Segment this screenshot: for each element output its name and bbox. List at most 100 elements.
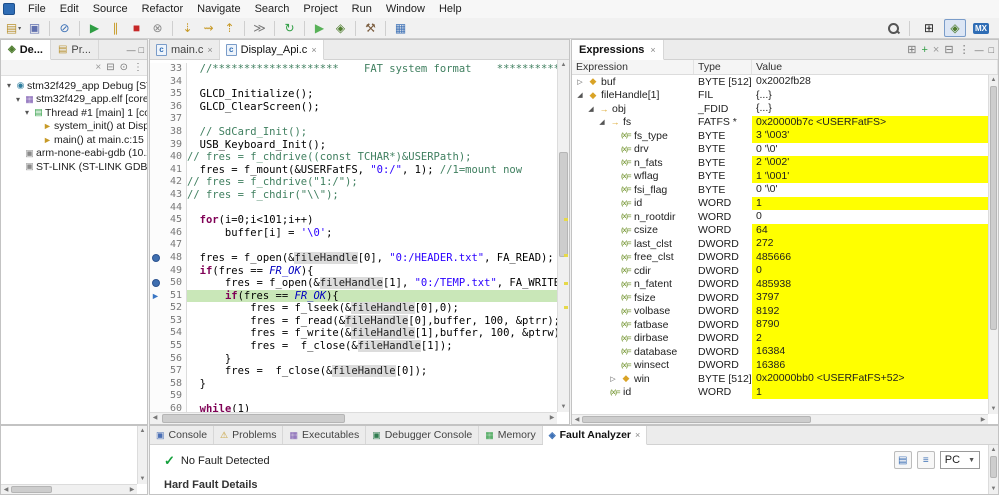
code-line[interactable]: 45 for(i=0;i<101;i++) [150, 214, 557, 227]
expressions-hscrollbar[interactable]: ◀ ▶ [572, 414, 988, 424]
code-line[interactable]: 49 if(fres == FR_OK){ [150, 265, 557, 278]
gutter-marker-column[interactable] [150, 139, 163, 152]
tab-console[interactable]: ▣Console [150, 426, 214, 444]
editor-tab-main-c[interactable]: cmain.c× [150, 40, 220, 59]
remove-terminated-icon[interactable]: × [95, 62, 101, 73]
expressions-vscrollbar[interactable]: ▲ ▼ [988, 75, 998, 414]
gutter-marker-column[interactable] [150, 176, 163, 189]
code-line[interactable]: 37 [150, 113, 557, 126]
menu-window[interactable]: Window [379, 0, 432, 18]
expression-row[interactable]: (x)=idWORD1 [572, 386, 988, 400]
tree-expander-icon[interactable]: ◢ [586, 105, 596, 113]
suspend-icon[interactable]: ∥ [105, 19, 126, 38]
gutter-marker-column[interactable] [150, 101, 163, 114]
tree-expander-icon[interactable]: ▾ [13, 95, 23, 104]
expression-row[interactable]: ◢→obj_FDID{...} [572, 102, 988, 116]
scroll-down-icon[interactable]: ▼ [558, 402, 569, 412]
scroll-left-icon[interactable]: ◀ [572, 415, 582, 424]
new-wizard-icon[interactable]: ▤▾ [3, 19, 24, 38]
gutter-marker-column[interactable] [150, 390, 163, 403]
code-line[interactable]: 58 } [150, 378, 557, 391]
gutter-marker-column[interactable] [150, 189, 163, 202]
tab-expressions[interactable]: Expressions × [572, 40, 664, 60]
column-header-type[interactable]: Type [694, 60, 752, 74]
gutter-marker-column[interactable] [150, 113, 163, 126]
expression-row[interactable]: ▷◆winBYTE [512]0x20000bb0 <USERFatFS+52> [572, 372, 988, 386]
code-line[interactable]: ►51 if(fres == FR_OK){ [150, 290, 557, 303]
expression-row[interactable]: ◢◆fileHandle[1]FIL{...} [572, 89, 988, 103]
code-line[interactable]: 46 buffer[i] = '\0'; [150, 227, 557, 240]
code-line[interactable]: 44 [150, 202, 557, 215]
code-line[interactable]: 57 fres = f_close(&fileHandle[0]); [150, 365, 557, 378]
open-element-icon[interactable]: ▦ [390, 19, 411, 38]
gutter-marker-column[interactable] [150, 403, 163, 412]
scroll-right-icon[interactable]: ▶ [127, 485, 137, 494]
menu-help[interactable]: Help [432, 0, 469, 18]
tree-expander-icon[interactable]: ▷ [608, 375, 618, 383]
menu-navigate[interactable]: Navigate [190, 0, 247, 18]
gutter-marker-column[interactable] [150, 126, 163, 139]
collapse-all-icon[interactable]: ⊟ [106, 62, 114, 73]
view-tab-debug[interactable]: ◈De... [1, 40, 51, 60]
gutter-marker-column[interactable] [150, 151, 163, 164]
code-line[interactable]: 55 fres = f_close(&fileHandle[1]); [150, 340, 557, 353]
scrollbar-thumb[interactable] [990, 86, 997, 330]
scroll-right-icon[interactable]: ▶ [547, 413, 557, 424]
code-line[interactable]: 59 [150, 390, 557, 403]
debug-tree-item[interactable]: ▾▦stm32f429_app.elf [cores: [1, 93, 147, 107]
debug-tree-item[interactable]: ▾▤Thread #1 [main] 1 [co [1, 106, 147, 120]
scroll-right-icon[interactable]: ▶ [978, 415, 988, 424]
tab-executables[interactable]: ▦Executables [283, 426, 366, 444]
editor-tab-display_api-c[interactable]: cDisplay_Api.c× [220, 40, 324, 60]
scroll-down-icon[interactable]: ▼ [989, 484, 998, 494]
bottom-vscrollbar[interactable]: ▲ ▼ [988, 445, 998, 494]
gutter-marker-column[interactable] [150, 214, 163, 227]
code-line[interactable]: 50 fres = f_open(&fileHandle[1], "0:/TEM… [150, 277, 557, 290]
tree-expander-icon[interactable]: ▾ [22, 108, 32, 117]
tab-fault-analyzer[interactable]: ◈Fault Analyzer× [543, 426, 648, 445]
menu-file[interactable]: File [21, 0, 53, 18]
scroll-down-icon[interactable]: ▼ [138, 474, 147, 484]
gutter-marker-column[interactable] [150, 315, 163, 328]
gutter-marker-column[interactable] [150, 63, 163, 76]
scrollbar-thumb[interactable] [990, 456, 997, 478]
scroll-up-icon[interactable]: ▲ [558, 60, 569, 70]
breakpoint-icon[interactable] [152, 254, 160, 262]
debug-tree-item[interactable]: ▣ST-LINK (ST-LINK GDB ser [1, 160, 147, 174]
code-line[interactable]: 35 GLCD_Initialize(); [150, 88, 557, 101]
expression-row[interactable]: (x)=cdirDWORD0 [572, 264, 988, 278]
code-line[interactable]: 36 GLCD_ClearScreen(); [150, 101, 557, 114]
expression-row[interactable]: (x)=fsizeDWORD3797 [572, 291, 988, 305]
maximize-view-icon[interactable]: □ [139, 45, 144, 55]
scroll-down-icon[interactable]: ▼ [989, 404, 998, 414]
expression-row[interactable]: ▷◆bufBYTE [512]0x2002fb28 [572, 75, 988, 89]
search-icon[interactable] [885, 20, 901, 36]
menu-project[interactable]: Project [296, 0, 344, 18]
expression-row[interactable]: (x)=n_rootdirWORD0 [572, 210, 988, 224]
code-line[interactable]: 43// fres = f_chdir("\\"); [150, 189, 557, 202]
editor-hscrollbar[interactable]: ◀ ▶ [150, 412, 557, 424]
gutter-marker-column[interactable] [150, 164, 163, 177]
close-tab-icon[interactable]: × [650, 45, 655, 55]
tree-expander-icon[interactable]: ◢ [597, 118, 607, 126]
scrollbar-thumb[interactable] [582, 416, 811, 423]
code-line[interactable]: 41 fres = f_mount(&USERFatFS, "0:/", 1);… [150, 164, 557, 177]
cubemx-perspective-button[interactable]: MX [970, 19, 992, 37]
save-icon[interactable]: ▣ [24, 19, 45, 38]
gutter-marker-column[interactable] [150, 202, 163, 215]
run-icon[interactable]: ▶ [309, 19, 330, 38]
expression-row[interactable]: (x)=fsi_flagBYTE0 '\0' [572, 183, 988, 197]
gutter-marker-column[interactable] [150, 252, 163, 265]
tab-debugger-console[interactable]: ▣Debugger Console [366, 426, 479, 444]
open-settings-icon[interactable]: ▤ [894, 451, 912, 469]
tab-memory[interactable]: ▦Memory [479, 426, 542, 444]
expression-row[interactable]: (x)=csizeWORD64 [572, 224, 988, 238]
view-menu-icon[interactable]: ≡ [917, 451, 935, 469]
code-line[interactable]: 53 fres = f_read(&fileHandle[0],buffer, … [150, 315, 557, 328]
tab-problems[interactable]: ⚠Problems [214, 426, 283, 444]
menu-run[interactable]: Run [345, 0, 379, 18]
menu-search[interactable]: Search [248, 0, 297, 18]
add-expression-icon[interactable]: + [921, 44, 927, 56]
code-line[interactable]: 60 while(1) [150, 403, 557, 412]
scrollbar-thumb[interactable] [11, 486, 52, 493]
